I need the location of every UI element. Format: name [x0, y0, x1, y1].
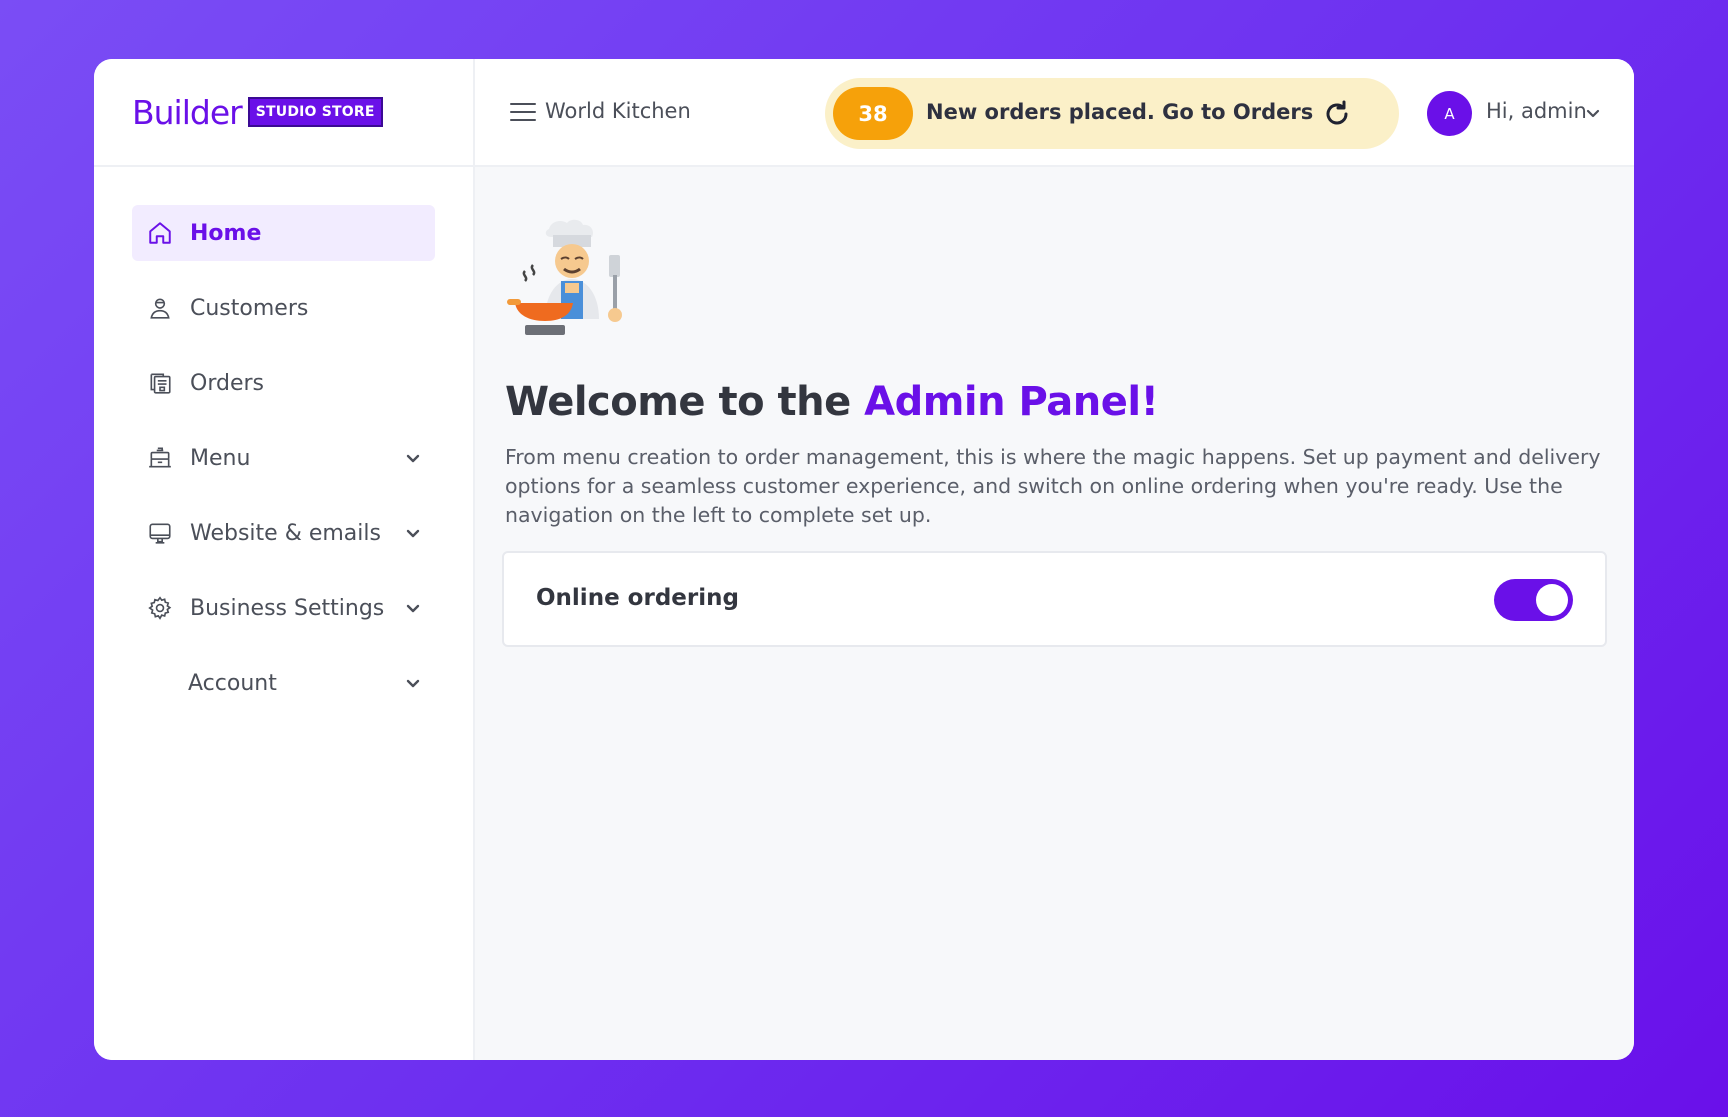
chevron-down-icon[interactable]	[403, 673, 423, 693]
sidebar-item-label: Home	[190, 220, 262, 246]
sidebar-item-business-settings[interactable]: Business Settings	[132, 580, 435, 636]
sidebar-item-orders[interactable]: Orders	[132, 355, 435, 411]
hamburger-menu-icon[interactable]	[509, 101, 537, 123]
go-to-orders-link[interactable]: New orders placed. Go to Orders	[926, 100, 1313, 124]
chef-illustration	[507, 219, 622, 335]
sidebar-item-home[interactable]: Home	[132, 205, 435, 261]
online-ordering-card: Online ordering	[502, 551, 1607, 647]
page-title: Welcome to the Admin Panel!	[505, 379, 1605, 425]
store-name[interactable]: World Kitchen	[545, 99, 691, 123]
online-ordering-toggle[interactable]	[1494, 579, 1573, 621]
chevron-down-icon[interactable]	[1585, 105, 1601, 121]
orders-icon	[146, 369, 174, 397]
sidebar-item-label: Account	[188, 670, 277, 696]
menu-book-icon	[146, 444, 174, 472]
user-greeting[interactable]: Hi, admin	[1486, 99, 1587, 123]
home-icon	[146, 219, 174, 247]
logo-word: Builder	[132, 92, 243, 132]
refresh-icon[interactable]	[1321, 98, 1353, 130]
chevron-down-icon[interactable]	[403, 448, 423, 468]
sidebar-item-customers[interactable]: Customers	[132, 280, 435, 336]
sidebar-item-label: Website & emails	[190, 520, 381, 546]
brand-logo[interactable]: Builder STUDIO STORE	[94, 59, 473, 167]
sidebar-item-menu[interactable]: Menu	[132, 430, 435, 486]
user-icon	[146, 294, 174, 322]
welcome-section: Welcome to the Admin Panel! From menu cr…	[505, 219, 1605, 530]
welcome-description: From menu creation to order management, …	[505, 445, 1601, 527]
sidebar-item-label: Business Settings	[190, 595, 385, 621]
sidebar-item-label: Orders	[190, 370, 264, 396]
avatar-initial: A	[1444, 104, 1455, 123]
new-orders-count-badge: 38	[833, 87, 913, 140]
top-bar: World Kitchen 38 New orders placed. Go t…	[475, 59, 1634, 167]
logo-badge: STUDIO STORE	[247, 97, 383, 127]
avatar[interactable]: A	[1427, 91, 1472, 136]
sidebar-item-website-emails[interactable]: Website & emails	[132, 505, 435, 561]
chevron-down-icon[interactable]	[403, 598, 423, 618]
online-ordering-label: Online ordering	[536, 585, 739, 611]
main-panel: World Kitchen 38 New orders placed. Go t…	[475, 59, 1634, 1060]
welcome-accent: Admin Panel!	[864, 379, 1159, 425]
sidebar-item-label: Customers	[190, 295, 309, 321]
chevron-down-icon[interactable]	[403, 523, 423, 543]
monitor-icon	[146, 519, 174, 547]
toggle-knob	[1536, 584, 1568, 616]
sidebar-item-account[interactable]: Account	[132, 655, 435, 711]
sidebar-item-label: Menu	[190, 445, 251, 471]
sidebar: Builder STUDIO STORE Home Customers Orde…	[94, 59, 475, 1060]
welcome-prefix: Welcome to the	[505, 379, 865, 425]
new-orders-alert[interactable]: 38 New orders placed. Go to Orders	[825, 78, 1399, 149]
sidebar-nav: Home Customers Orders Menu Website & ema…	[94, 167, 473, 711]
gear-icon	[146, 594, 174, 622]
app-window: Builder STUDIO STORE Home Customers Orde…	[94, 59, 1634, 1060]
